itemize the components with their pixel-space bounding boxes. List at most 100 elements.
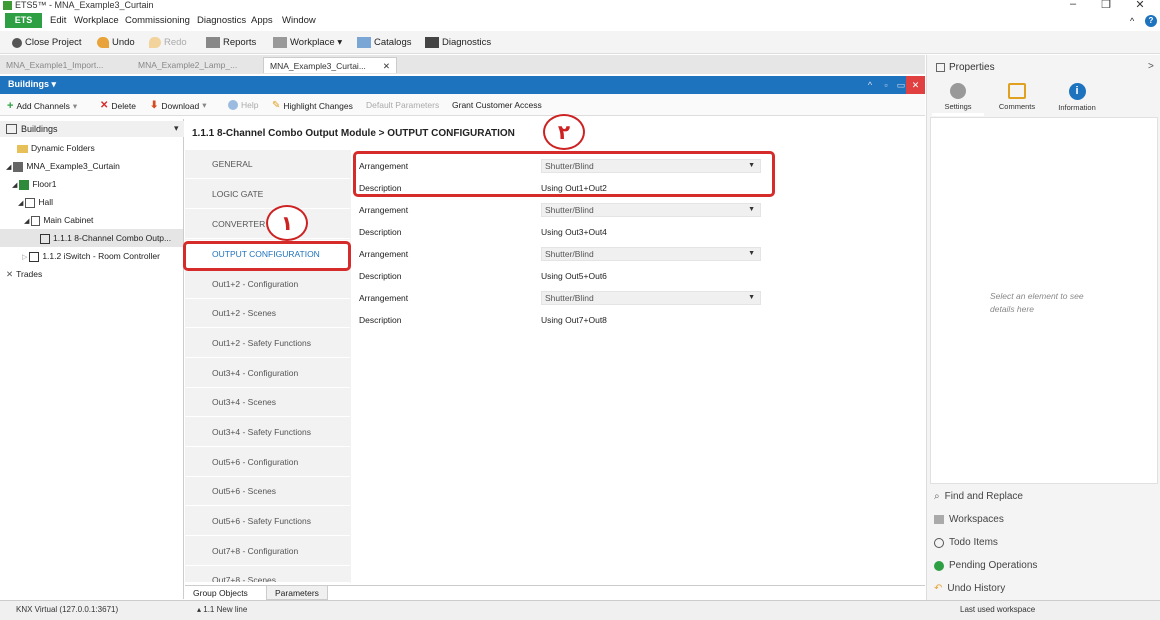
nav-out56-safety[interactable]: Out5+6 - Safety Functions (185, 507, 350, 536)
tree-node-combo-output[interactable]: 1.1.1 8-Channel Combo Outp... (0, 229, 183, 247)
close-project-button[interactable]: Close Project (12, 35, 82, 50)
default-parameters-button[interactable]: Default Parameters (366, 100, 439, 110)
menu-window[interactable]: Window (282, 13, 316, 28)
help-button[interactable]: Help (228, 100, 258, 110)
tab-example2[interactable]: MNA_Example2_Lamp_... (138, 57, 237, 73)
nav-out12-configuration[interactable]: Out1+2 - Configuration (185, 270, 350, 299)
highlight-changes-button[interactable]: ✎ Highlight Changes (272, 100, 353, 111)
nav-out56-scenes[interactable]: Out5+6 - Scenes (185, 477, 350, 506)
restore-button[interactable]: ❐ (1094, 0, 1118, 12)
menu-commissioning[interactable]: Commissioning (125, 13, 190, 28)
download-button[interactable]: ⬇ Download ▾ (150, 100, 206, 111)
tab-settings[interactable]: Settings (932, 83, 984, 111)
tab-example1[interactable]: MNA_Example1_Import... (6, 57, 103, 73)
tab-group-objects[interactable]: Group Objects (185, 586, 256, 600)
undo-icon: ↶ (934, 583, 943, 594)
title-bar: ETS5™ - MNA_Example3_Curtain (0, 0, 1160, 12)
undo-history-link[interactable]: ↶ Undo History (934, 583, 1005, 594)
tree-node-floor1[interactable]: ◢ Floor1 (0, 175, 56, 193)
chevron-down-icon[interactable]: ▾ (174, 123, 179, 134)
nav-out12-safety[interactable]: Out1+2 - Safety Functions (185, 329, 350, 358)
tree-header[interactable]: Buildings ▾ (0, 121, 184, 137)
nav-general[interactable]: GENERAL (185, 150, 350, 179)
floor-icon (19, 179, 30, 190)
expand-arrow-icon[interactable]: ◢ (6, 164, 13, 171)
tab-information[interactable]: i Information (1051, 83, 1103, 112)
current-line-status[interactable]: ▴ 1.1 New line (197, 605, 247, 614)
buildings-icon (6, 124, 17, 134)
chevron-right-icon[interactable]: > (1148, 61, 1154, 72)
clock-icon (934, 537, 944, 548)
catalogs-button[interactable]: Catalogs (357, 35, 412, 50)
expand-arrow-icon[interactable]: ◢ (24, 218, 31, 225)
reports-button[interactable]: Reports (206, 35, 256, 50)
nav-out34-configuration[interactable]: Out3+4 - Configuration (185, 359, 350, 388)
device-icon (29, 251, 40, 262)
help-icon[interactable]: ? (1145, 15, 1157, 27)
description-value-out34: Using Out3+Out4 (541, 227, 607, 237)
tree-node-hall[interactable]: ◢ Hall (0, 193, 53, 211)
panel-collapse-icon[interactable]: ^ (862, 76, 878, 94)
menu-apps[interactable]: Apps (251, 13, 273, 28)
arrangement-label: Arrangement (359, 249, 409, 259)
arrangement-select-out78[interactable]: Shutter/Blind ▼ (541, 291, 761, 305)
nav-out34-scenes[interactable]: Out3+4 - Scenes (185, 388, 350, 417)
find-replace-link[interactable]: ⌕ Find and Replace (934, 491, 1023, 502)
menu-diagnostics[interactable]: Diagnostics (197, 13, 246, 28)
nav-logic-gate[interactable]: LOGIC GATE (185, 180, 350, 209)
close-window-button[interactable]: ✕ (1128, 0, 1152, 12)
tab-example3[interactable]: MNA_Example3_Curtai... ✕ (263, 57, 397, 73)
arrangement-select-out34[interactable]: Shutter/Blind ▼ (541, 203, 761, 217)
workspaces-link[interactable]: Workspaces (934, 514, 1004, 525)
properties-icon (936, 62, 945, 72)
buildings-panel-title[interactable]: Buildings ▾ (8, 79, 56, 90)
expand-arrow-icon[interactable]: ▷ (22, 254, 29, 261)
redo-button[interactable]: Redo (149, 35, 187, 50)
connection-status[interactable]: KNX Virtual (127.0.0.1:3671) (16, 605, 118, 614)
add-channels-button[interactable]: + Add Channels ▾ (7, 100, 77, 112)
tree-node-dynamic-folders[interactable]: Dynamic Folders (0, 139, 95, 157)
minimize-button[interactable]: – (1061, 0, 1085, 12)
pending-operations-link[interactable]: Pending Operations (934, 560, 1037, 571)
chevron-down-icon: ▼ (748, 294, 755, 301)
tree-node-iswitch[interactable]: ▷ 1.1.2 iSwitch - Room Controller (0, 247, 160, 265)
todo-items-link[interactable]: Todo Items (934, 537, 998, 548)
nav-out56-configuration[interactable]: Out5+6 - Configuration (185, 448, 350, 477)
buildings-panel-header: Buildings ▾ ^ ▫ ▭ ✕ (0, 76, 925, 94)
workspace-status[interactable]: Last used workspace (960, 605, 1035, 614)
tree-node-project[interactable]: ◢ MNA_Example3_Curtain (0, 157, 120, 175)
ets-app-icon (3, 1, 12, 10)
nav-out12-scenes[interactable]: Out1+2 - Scenes (185, 299, 350, 328)
nav-out78-scenes[interactable]: Out7+8 - Scenes (185, 566, 350, 583)
window-title: ETS5™ - MNA_Example3_Curtain (15, 0, 154, 10)
diagnostics-button[interactable]: Diagnostics (425, 35, 491, 50)
delete-button[interactable]: ✕ Delete (100, 100, 136, 111)
nav-out78-configuration[interactable]: Out7+8 - Configuration (185, 537, 350, 566)
close-project-icon (12, 37, 22, 48)
collapse-ribbon-icon[interactable]: ^ (1130, 14, 1134, 29)
plus-icon: + (7, 100, 14, 112)
panel-close-icon[interactable]: ✕ (906, 76, 925, 94)
nav-out34-safety[interactable]: Out3+4 - Safety Functions (185, 418, 350, 447)
chevron-down-icon: ▼ (748, 250, 755, 257)
tab-parameters[interactable]: Parameters (266, 586, 328, 600)
chevron-down-icon[interactable]: ▾ (202, 100, 206, 111)
tab-comments[interactable]: Comments (991, 83, 1043, 111)
expand-arrow-icon[interactable]: ◢ (12, 182, 19, 189)
close-tab-icon[interactable]: ✕ (383, 58, 390, 74)
menu-edit[interactable]: Edit (50, 13, 66, 28)
download-icon: ⬇ (150, 100, 159, 111)
delete-icon: ✕ (100, 100, 109, 111)
description-value-out78: Using Out7+Out8 (541, 315, 607, 325)
tree-node-main-cabinet[interactable]: ◢ Main Cabinet (0, 211, 93, 229)
expand-arrow-icon[interactable]: ◢ (18, 200, 25, 207)
panel-float-icon[interactable]: ▫ (878, 76, 894, 94)
undo-button[interactable]: Undo (97, 35, 135, 50)
chevron-down-icon[interactable]: ▾ (73, 101, 77, 112)
grant-customer-access-button[interactable]: Grant Customer Access (452, 100, 542, 110)
tree-node-trades[interactable]: ✕ Trades (0, 265, 42, 283)
arrangement-select-out56[interactable]: Shutter/Blind ▼ (541, 247, 761, 261)
ets-menu-button[interactable]: ETS (5, 13, 42, 28)
menu-workplace[interactable]: Workplace (74, 13, 119, 28)
workplace-button[interactable]: Workplace ▾ (273, 35, 342, 50)
